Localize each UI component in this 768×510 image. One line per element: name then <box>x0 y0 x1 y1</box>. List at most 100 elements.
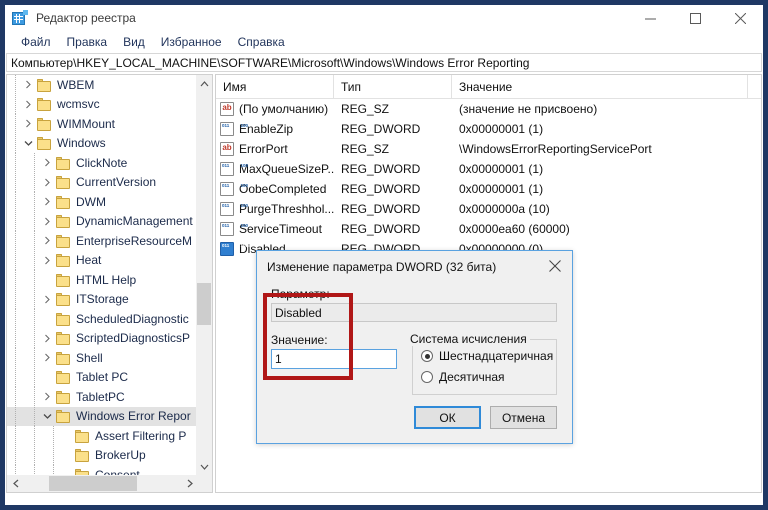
cancel-button[interactable]: Отмена <box>490 406 557 429</box>
tree-item[interactable]: Tablet PC <box>7 367 197 387</box>
tree-item[interactable]: ScheduledDiagnostic <box>7 309 197 329</box>
chevron-right-icon <box>45 295 50 304</box>
close-button[interactable] <box>718 5 763 31</box>
chevron-right-icon <box>45 178 50 187</box>
radio-hexadecimal[interactable]: Шестнадцатеричная <box>421 349 553 363</box>
registry-value-row[interactable]: EnableZip REG_DWORD 0x00000001 (1) <box>216 119 761 139</box>
tree-hscroll-thumb[interactable] <box>49 476 137 491</box>
tree-item[interactable]: Assert Filtering P <box>7 426 197 446</box>
menu-item-view[interactable]: Вид <box>115 33 153 51</box>
tree-expand-toggle[interactable] <box>21 100 36 109</box>
tree-vscroll-thumb[interactable] <box>197 283 211 325</box>
param-name-label: Параметр: <box>271 287 330 301</box>
tree-item[interactable]: ITStorage <box>7 289 197 309</box>
tree-item[interactable]: Consent <box>7 465 197 475</box>
column-header-name[interactable]: Имя <box>216 75 334 98</box>
tree-item[interactable]: Heat <box>7 250 197 270</box>
address-bar[interactable]: Компьютер\HKEY_LOCAL_MACHINE\SOFTWARE\Mi… <box>6 53 762 72</box>
menu-item-help[interactable]: Справка <box>230 33 293 51</box>
chevron-right-icon <box>45 158 50 167</box>
chevron-down-icon <box>43 413 52 419</box>
tree-expand-toggle[interactable] <box>40 353 55 362</box>
tree-expand-toggle[interactable] <box>40 158 55 167</box>
value-name-cell: (По умолчанию) <box>216 102 334 116</box>
tree-item[interactable]: Windows <box>7 133 197 153</box>
column-header-type[interactable]: Тип <box>334 75 452 98</box>
tree-expand-toggle[interactable] <box>21 80 36 89</box>
registry-value-row[interactable]: PurgeThreshhol... REG_DWORD 0x0000000a (10… <box>216 199 761 219</box>
registry-value-row[interactable]: MaxQueueSizeP... REG_DWORD 0x00000001 (1) <box>216 159 761 179</box>
folder-icon <box>36 136 53 151</box>
tree-item-label: CurrentVersion <box>76 175 157 190</box>
tree-expand-toggle[interactable] <box>40 217 55 226</box>
registry-values-list[interactable]: (По умолчанию) REG_SZ (значение не присвое… <box>216 99 761 259</box>
tree-scroll-up-button[interactable] <box>196 75 212 92</box>
tree-expand-toggle[interactable] <box>40 197 55 206</box>
menu-item-edit[interactable]: Правка <box>59 33 116 51</box>
tree-guide-line <box>34 387 35 407</box>
folder-icon <box>36 97 53 112</box>
tree-vertical-scrollbar[interactable] <box>196 75 212 475</box>
tree-expand-toggle[interactable] <box>40 392 55 401</box>
minimize-button[interactable] <box>628 5 673 31</box>
tree-horizontal-scrollbar[interactable] <box>7 475 212 492</box>
tree-guide-line <box>15 94 16 114</box>
tree-expand-toggle[interactable] <box>40 256 55 265</box>
tree-item[interactable]: Windows Error Repor <box>7 406 197 426</box>
number-base-legend: Система исчисления <box>407 332 530 346</box>
tree-item[interactable]: wcmsvc <box>7 94 197 114</box>
tree-item[interactable]: TabletPC <box>7 387 197 407</box>
tree-expand-toggle[interactable] <box>40 236 55 245</box>
tree-collapse-toggle[interactable] <box>21 140 36 147</box>
registry-value-row[interactable]: ErrorPort REG_SZ \WindowsErrorReportingSer… <box>216 139 761 159</box>
tree-item[interactable]: ScriptedDiagnosticsP <box>7 328 197 348</box>
radio-decimal[interactable]: Десятичная <box>421 370 505 384</box>
tree-scroll-left-button[interactable] <box>7 475 24 492</box>
registry-value-row[interactable]: ServiceTimeout REG_DWORD 0x0000ea60 (60000… <box>216 219 761 239</box>
chevron-right-icon <box>26 100 31 109</box>
ok-button[interactable]: ОК <box>414 406 481 429</box>
dword-value-icon <box>220 202 234 216</box>
tree-item[interactable]: EnterpriseResourceM <box>7 231 197 251</box>
tree-expand-toggle[interactable] <box>21 119 36 128</box>
param-value-label: Значение: <box>271 333 328 347</box>
param-name-input[interactable] <box>271 303 557 322</box>
column-header-value[interactable]: Значение <box>452 75 748 98</box>
tree-guide-line <box>15 75 16 95</box>
dword-value-icon <box>220 242 234 256</box>
param-value-input[interactable] <box>271 349 397 369</box>
tree-guide-line <box>15 172 16 192</box>
tree-item[interactable]: HTML Help <box>7 270 197 290</box>
tree-item[interactable]: WIMMount <box>7 114 197 134</box>
registry-tree[interactable]: WBEM wcmsvc WIMMount Windows ClickNote Curren… <box>7 75 197 475</box>
tree-scroll-down-button[interactable] <box>196 458 212 475</box>
tree-item-label: BrokerUp <box>95 448 146 463</box>
dialog-close-button[interactable] <box>542 255 568 277</box>
tree-item[interactable]: WBEM <box>7 75 197 95</box>
tree-item-label: Consent <box>95 467 140 475</box>
folder-icon <box>74 448 91 463</box>
tree-item[interactable]: BrokerUp <box>7 445 197 465</box>
tree-guide-line <box>34 153 35 173</box>
registry-editor-icon <box>12 10 28 26</box>
value-type-cell: REG_SZ <box>341 142 390 156</box>
registry-value-row[interactable]: OobeCompleted REG_DWORD 0x00000001 (1) <box>216 179 761 199</box>
tree-scroll-right-button[interactable] <box>181 475 198 492</box>
tree-guide-line <box>15 270 16 290</box>
menu-item-file[interactable]: Файл <box>13 33 59 51</box>
menu-item-favorites[interactable]: Избранное <box>153 33 230 51</box>
tree-collapse-toggle[interactable] <box>40 413 55 420</box>
tree-item[interactable]: Shell <box>7 348 197 368</box>
tree-expand-toggle[interactable] <box>40 295 55 304</box>
tree-expand-toggle[interactable] <box>40 178 55 187</box>
tree-expand-toggle[interactable] <box>40 334 55 343</box>
tree-guide-line <box>15 348 16 368</box>
maximize-button[interactable] <box>673 5 718 31</box>
tree-item[interactable]: ClickNote <box>7 153 197 173</box>
tree-item[interactable]: DWM <box>7 192 197 212</box>
tree-item-label: TabletPC <box>76 389 125 404</box>
registry-value-row[interactable]: (По умолчанию) REG_SZ (значение не присвое… <box>216 99 761 119</box>
tree-item[interactable]: DynamicManagement <box>7 211 197 231</box>
value-data-cell: 0x00000001 (1) <box>459 122 544 136</box>
tree-item[interactable]: CurrentVersion <box>7 172 197 192</box>
